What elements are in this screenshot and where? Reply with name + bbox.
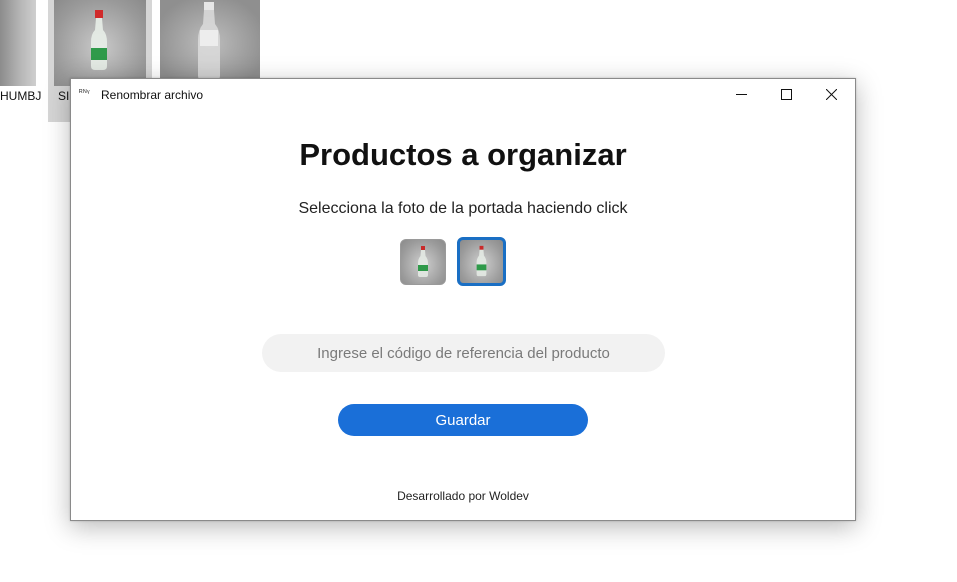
rename-dialog: ᴿᴺᵞ Renombrar archivo Productos a organi… bbox=[70, 78, 856, 521]
background-thumbnail-image bbox=[54, 0, 146, 86]
bottle-icon bbox=[91, 10, 107, 70]
instruction-text: Selecciona la foto de la portada haciend… bbox=[298, 200, 628, 217]
close-button[interactable] bbox=[809, 79, 854, 109]
bottle-icon bbox=[198, 2, 220, 80]
app-icon: ᴿᴺᵞ bbox=[79, 88, 91, 97]
page-title: Productos a organizar bbox=[299, 137, 627, 172]
photo-option[interactable] bbox=[400, 239, 446, 285]
bottle-icon bbox=[418, 246, 428, 277]
save-button[interactable]: Guardar bbox=[338, 404, 588, 436]
minimize-icon bbox=[736, 93, 747, 95]
reference-code-input[interactable] bbox=[262, 334, 665, 372]
close-icon bbox=[826, 88, 837, 100]
maximize-icon bbox=[781, 88, 792, 100]
footer-credit: Desarrollado por Woldev bbox=[397, 489, 529, 503]
minimize-button[interactable] bbox=[719, 79, 764, 109]
photo-option-selected[interactable] bbox=[457, 237, 506, 286]
window-title: Renombrar archivo bbox=[101, 88, 204, 102]
background-thumbnail-label: HUMBJ bbox=[0, 89, 42, 103]
maximize-button[interactable] bbox=[764, 79, 809, 109]
background-thumbnail[interactable] bbox=[0, 0, 36, 86]
bottle-icon bbox=[476, 245, 487, 277]
background-thumbnail[interactable] bbox=[160, 0, 260, 86]
title-bar[interactable]: ᴿᴺᵞ Renombrar archivo bbox=[71, 79, 855, 109]
